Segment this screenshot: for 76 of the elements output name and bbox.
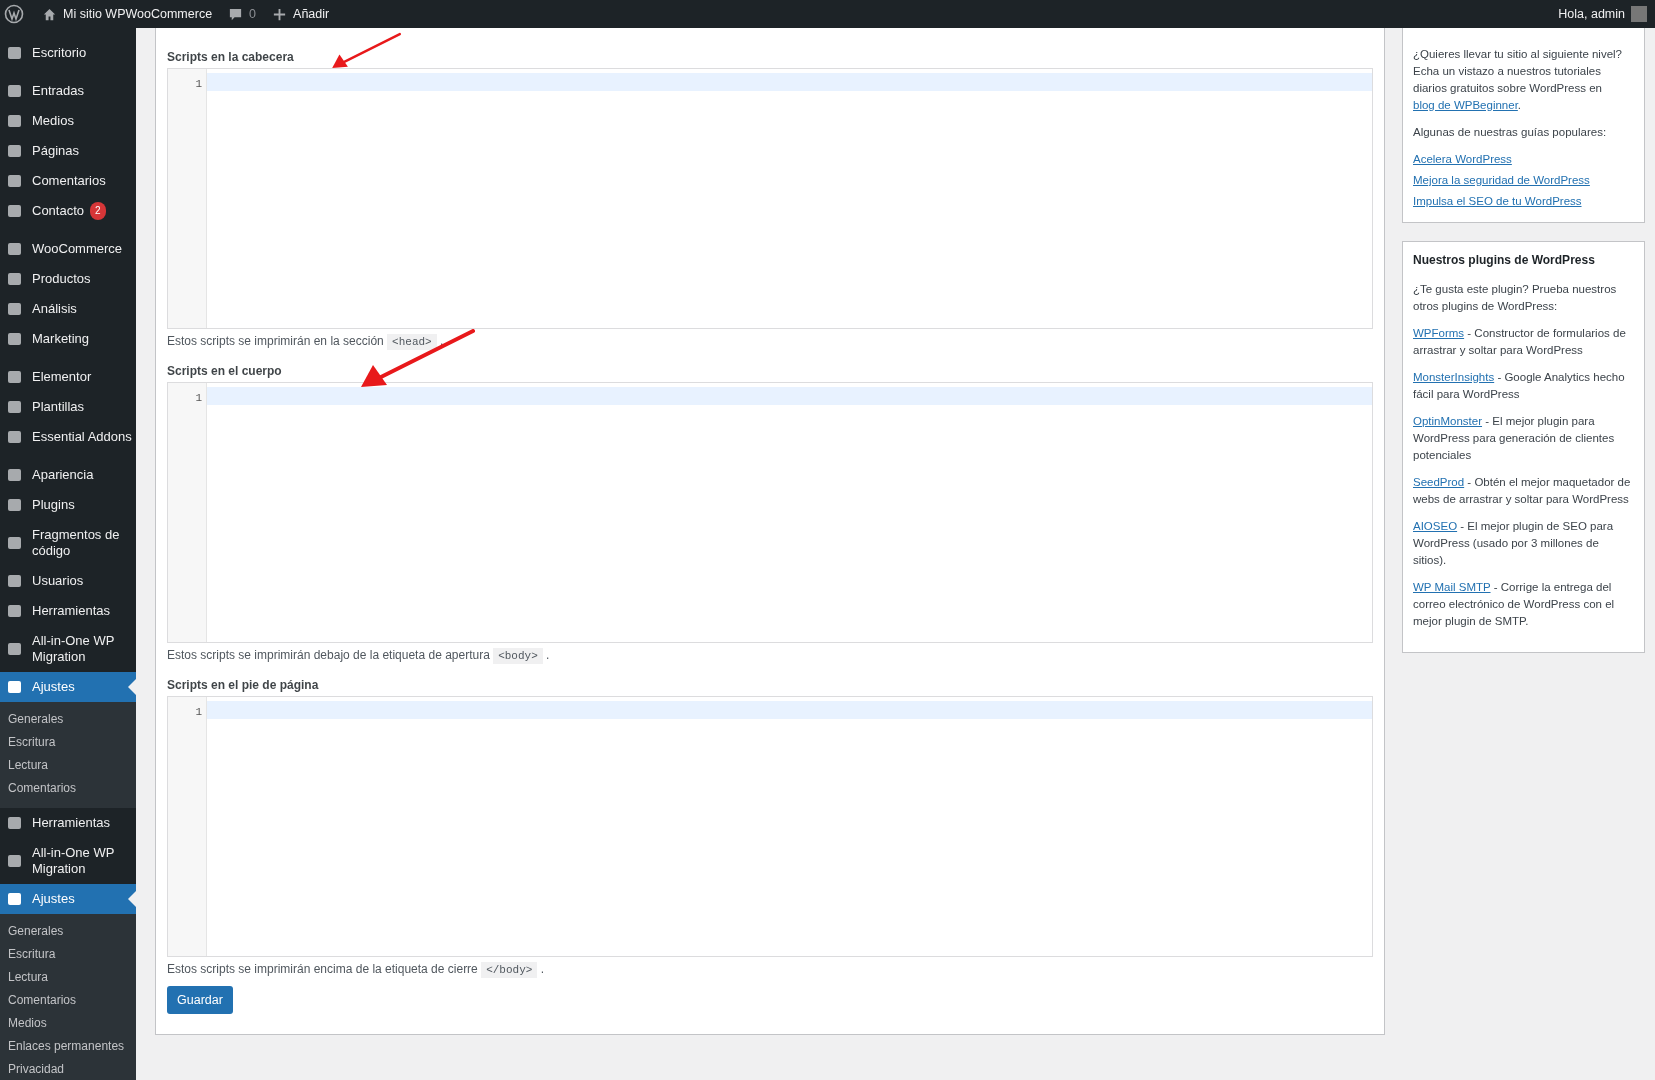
guide-link[interactable]: Impulsa el SEO de tu WordPress <box>1413 193 1634 210</box>
sidebar-menu-item[interactable]: Essential Addons <box>0 422 136 452</box>
sidebar-menu-item[interactable]: Ajustes <box>0 672 136 702</box>
submenu-item[interactable]: Privacidad <box>0 1058 136 1080</box>
submenu-item[interactable]: Lectura <box>0 966 136 989</box>
code-editor[interactable]: 1 <box>167 68 1373 329</box>
plugin-link[interactable]: SeedProd <box>1413 476 1465 488</box>
sidebar-menu-item[interactable]: Entradas <box>0 76 136 106</box>
guide-link[interactable]: Acelera WordPress <box>1413 151 1634 168</box>
field-label: Scripts en el cuerpo <box>167 364 283 378</box>
sidebar-menu-item[interactable]: Productos <box>0 264 136 294</box>
count-badge: 2 <box>90 202 106 220</box>
help-text: Estos scripts se imprimirán encima de la etiqueta de cierre </body> . <box>167 962 546 976</box>
submenu-item[interactable]: Escritura <box>0 943 136 966</box>
sidebar-menu-item[interactable]: Contacto 2 <box>0 196 136 226</box>
sidebar-menu-item[interactable]: Fragmentos de código <box>0 520 136 566</box>
sidebar-menu-item[interactable]: WooCommerce <box>0 234 136 264</box>
new-content-link[interactable]: Añadir <box>264 0 338 28</box>
comments-link[interactable]: 0 <box>220 0 265 28</box>
account-link[interactable]: Hola, admin <box>1550 0 1655 28</box>
plugin-description: SeedProd - Obtén el mejor maquetador de webs de arrastrar y soltar para WordPress <box>1413 475 1632 507</box>
sidebar-menu-item[interactable]: Marketing <box>0 324 136 354</box>
plugin-link[interactable]: WPForms <box>1413 327 1465 339</box>
submenu-item[interactable]: Enlaces permanentes <box>0 1035 136 1058</box>
code-editor[interactable]: 1 <box>167 696 1373 957</box>
sidebar-menu-item[interactable]: Análisis <box>0 294 136 324</box>
code-editor[interactable]: 1 <box>167 382 1373 643</box>
sidebar-menu-item[interactable]: Comentarios <box>0 166 136 196</box>
help-text: Estos scripts se imprimirán en la sección <head> . <box>167 334 445 348</box>
submenu-item[interactable]: Comentarios <box>0 777 136 800</box>
plugin-description: WP Mail SMTP - Corrige la entrega del correo electrónico de WordPress con el mejor plugin de SMTP. <box>1413 580 1616 629</box>
submenu-item[interactable]: Generales <box>0 920 136 943</box>
guides-heading: Algunas de nuestras guías populares: <box>1413 125 1608 140</box>
plugin-description: MonsterInsights - Google Analytics hecho fácil para WordPress <box>1413 370 1626 402</box>
plugin-link[interactable]: WP Mail SMTP <box>1413 581 1491 593</box>
submenu-item[interactable]: Lectura <box>0 754 136 777</box>
submenu-item[interactable]: Medios <box>0 1012 136 1035</box>
field-label: Scripts en la cabecera <box>167 50 295 64</box>
sidebar-menu-item[interactable]: Usuarios <box>0 566 136 596</box>
sidebar-menu-item[interactable]: Apariencia <box>0 460 136 490</box>
sidebar-menu-item[interactable]: Plugins <box>0 490 136 520</box>
submenu-item[interactable]: Escritura <box>0 731 136 754</box>
help-text: Estos scripts se imprimirán debajo de la etiqueta de apertura <body> . <box>167 648 551 662</box>
plus-icon <box>272 6 288 22</box>
plugin-link[interactable]: MonsterInsights <box>1413 371 1495 383</box>
sidebar-menu-item[interactable]: Elementor <box>0 362 136 392</box>
sidebar-menu-item[interactable]: Escritorio <box>0 38 136 68</box>
line-number: 1 <box>195 706 202 718</box>
sidebar-menu-item[interactable]: Medios <box>0 106 136 136</box>
field-label: Scripts en el pie de página <box>167 678 320 692</box>
submenu-item[interactable]: Comentarios <box>0 989 136 1012</box>
home-icon <box>42 6 57 22</box>
plugin-description: WPForms - Constructor de formularios de arrastrar y soltar para WordPress <box>1413 326 1627 358</box>
plugin-link[interactable]: AIOSEO <box>1413 520 1458 532</box>
sidebar-menu-item[interactable]: All-in-One WP Migration <box>0 838 136 884</box>
wordpress-logo-icon[interactable] <box>4 4 24 24</box>
sidebar-menu-item[interactable]: All-in-One WP Migration <box>0 626 136 672</box>
line-number: 1 <box>195 392 202 404</box>
sidebar-menu-item[interactable]: Plantillas <box>0 392 136 422</box>
sidebar-menu-item[interactable]: Páginas <box>0 136 136 166</box>
sidebar-menu-item[interactable]: Herramientas <box>0 596 136 626</box>
plugin-link[interactable]: OptinMonster <box>1413 415 1483 427</box>
plugin-description: OptinMonster - El mejor plugin para WordPress para generación de clientes potenciales <box>1413 414 1616 463</box>
sidebar-menu-item[interactable]: Ajustes <box>0 884 136 914</box>
site-name-link[interactable]: Mi sitio WPWooCommerce <box>34 0 221 28</box>
plugin-description: AIOSEO - El mejor plugin de SEO para WordPress (usado por 3 millones de sitios). <box>1413 519 1615 568</box>
sidebar-menu-item[interactable]: Herramientas <box>0 808 136 838</box>
submenu-item[interactable]: Generales <box>0 708 136 731</box>
card-title: Nuestros plugins de WordPress <box>1413 252 1596 269</box>
plugins-intro: ¿Te gusta este plugin? Prueba nuestros otros plugins de WordPress: <box>1413 282 1618 314</box>
avatar-placeholder <box>1631 6 1647 22</box>
promo-text: ¿Quieres llevar tu sitio al siguiente nivel? Echa un vistazo a nuestros tutoriales diarios gratuitos sobre WordPress en blog de WPBeginner. <box>1413 47 1624 113</box>
line-number: 1 <box>195 78 202 90</box>
blog-link[interactable]: blog de WPBeginner <box>1413 99 1518 111</box>
save-button[interactable]: Guardar <box>167 986 233 1014</box>
guide-link[interactable]: Mejora la seguridad de WordPress <box>1413 172 1634 189</box>
